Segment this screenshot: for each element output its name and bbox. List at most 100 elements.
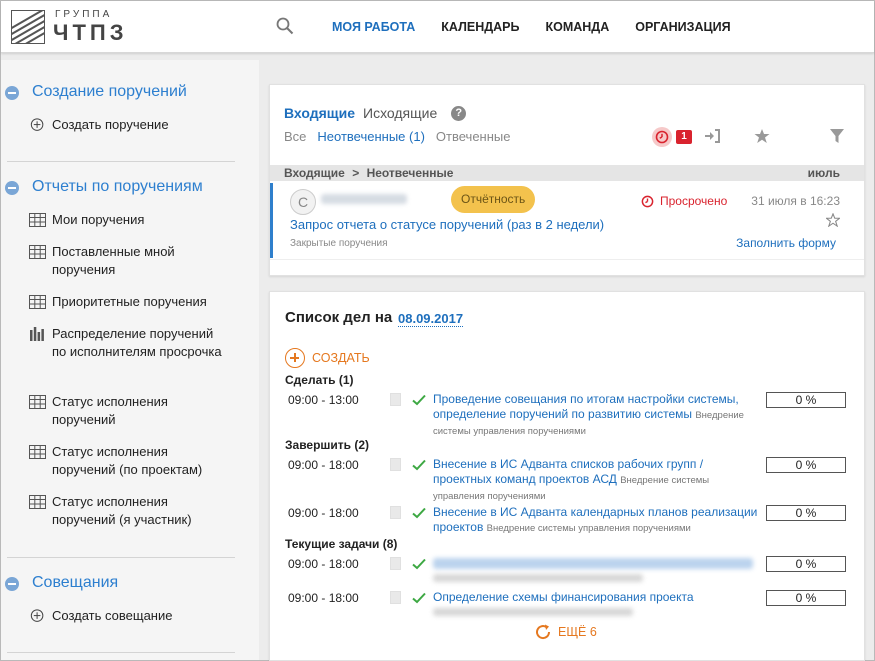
overdue-count-badge: 1 xyxy=(676,130,692,144)
task-title-link[interactable]: Внесение в ИС Адванта списков рабочих гр… xyxy=(433,457,761,504)
section-title[interactable]: Совещания xyxy=(32,574,118,592)
group-title-do: Сделать (1) xyxy=(285,373,354,387)
sidebar: Создание поручений Создать поручение Отч… xyxy=(1,60,259,660)
message-subject-link[interactable]: Запрос отчета о статусе поручений (раз в… xyxy=(290,217,604,232)
filter-answered[interactable]: Отвеченные xyxy=(436,129,511,144)
sidebar-item-label: Создать поручение xyxy=(52,117,169,132)
overdue-clock-icon[interactable] xyxy=(652,127,672,147)
top-header: ГРУППА ЧТПЗ МОЯ РАБОТА КАЛЕНДАРЬ КОМАНДА… xyxy=(1,1,874,53)
breadcrumb-separator: > xyxy=(352,166,360,180)
main-nav: МОЯ РАБОТА КАЛЕНДАРЬ КОМАНДА ОРГАНИЗАЦИЯ xyxy=(319,1,744,53)
group-title-finish: Завершить (2) xyxy=(285,438,370,452)
todo-card: Список дел на 08.09.2017 СОЗДАТЬ Сделать… xyxy=(269,291,865,661)
logo-bottom-text: ЧТПЗ xyxy=(53,20,128,45)
sign-in-icon[interactable] xyxy=(704,129,720,143)
nav-calendar[interactable]: КАЛЕНДАРЬ xyxy=(428,1,532,53)
sidebar-item-create-meeting[interactable]: Создать совещание xyxy=(29,607,249,625)
check-icon[interactable] xyxy=(412,507,426,519)
section-title[interactable]: Отчеты по поручениям xyxy=(32,178,203,196)
filter-icon[interactable] xyxy=(829,128,845,144)
status-text: Просрочено xyxy=(660,194,728,208)
message-date: 31 июля в 16:23 xyxy=(751,194,840,208)
bookmark-icon[interactable] xyxy=(390,557,401,570)
sidebar-item-create-order[interactable]: Создать поручение xyxy=(29,116,249,134)
table-icon xyxy=(29,495,46,509)
check-icon[interactable] xyxy=(412,459,426,471)
table-icon xyxy=(29,245,46,259)
sidebar-item-label: Приоритетные поручения xyxy=(52,294,207,309)
message-folder: Закрытые поручения xyxy=(290,238,388,249)
todo-date-picker[interactable]: 08.09.2017 xyxy=(398,311,464,327)
breadcrumb: Входящие > Неотвеченные июль xyxy=(270,165,864,181)
check-icon[interactable] xyxy=(412,394,426,406)
sidebar-item-my-orders[interactable]: Мои поручения xyxy=(29,211,249,229)
task-title: Определение схемы финансирования проекта xyxy=(433,590,694,604)
refresh-icon xyxy=(536,624,551,640)
inbox-filters: Все Неотвеченные (1) Отвеченные xyxy=(284,129,521,144)
search-icon[interactable] xyxy=(276,17,294,35)
breadcrumb-incoming[interactable]: Входящие xyxy=(284,166,345,180)
filter-unanswered[interactable]: Неотвеченные (1) xyxy=(317,129,425,144)
bookmark-icon[interactable] xyxy=(390,458,401,471)
task-progress-field[interactable]: 0 % xyxy=(766,590,846,606)
check-icon[interactable] xyxy=(412,558,426,570)
nav-organization[interactable]: ОРГАНИЗАЦИЯ xyxy=(622,1,743,53)
fill-form-link[interactable]: Заполнить форму xyxy=(736,236,836,250)
task-time: 09:00 - 18:00 xyxy=(288,591,359,605)
bookmark-icon[interactable] xyxy=(390,393,401,406)
task-title-blurred[interactable] xyxy=(433,556,761,582)
bookmark-icon[interactable] xyxy=(390,591,401,604)
category-badge: Отчётность xyxy=(451,186,536,213)
sidebar-item-priority[interactable]: Приоритетные поручения xyxy=(29,293,249,311)
help-icon[interactable]: ? xyxy=(451,105,467,121)
sidebar-item-status[interactable]: Статус исполнения поручений xyxy=(29,393,249,429)
task-time: 09:00 - 18:00 xyxy=(288,506,359,520)
sidebar-item-label: Распределение поручений по исполнителям … xyxy=(52,326,222,359)
task-progress-field[interactable]: 0 % xyxy=(766,505,846,521)
task-title-link[interactable]: Проведение совещания по итогам настройки… xyxy=(433,392,761,439)
sidebar-item-assigned-by-me[interactable]: Поставленные мной поручения xyxy=(29,243,249,279)
divider xyxy=(7,161,235,162)
section-title[interactable]: Создание поручений xyxy=(32,83,187,101)
task-progress-field[interactable]: 0 % xyxy=(766,392,846,408)
filter-all[interactable]: Все xyxy=(284,129,306,144)
sidebar-item-status-projects[interactable]: Статус исполнения поручений (по проектам… xyxy=(29,443,249,479)
star-icon[interactable] xyxy=(754,128,770,144)
logo-top-text: ГРУППА xyxy=(55,9,113,20)
company-logo[interactable]: ГРУППА ЧТПЗ xyxy=(11,7,131,47)
tab-incoming[interactable]: Входящие xyxy=(284,105,355,121)
collapse-icon[interactable] xyxy=(5,86,19,100)
show-more-label: ЕЩЁ 6 xyxy=(558,625,597,639)
create-task-button[interactable]: СОЗДАТЬ xyxy=(285,348,370,368)
star-outline-icon[interactable] xyxy=(826,213,840,227)
sidebar-item-status-participant[interactable]: Статус исполнения поручений (я участник) xyxy=(29,493,249,529)
blurred-text xyxy=(433,608,633,616)
breadcrumb-unanswered: Неотвеченные xyxy=(366,166,454,180)
nav-team[interactable]: КОМАНДА xyxy=(532,1,622,53)
todo-title: Список дел на xyxy=(285,309,393,326)
task-progress-field[interactable]: 0 % xyxy=(766,457,846,473)
table-icon xyxy=(29,445,46,459)
sidebar-item-label: Поставленные мной поручения xyxy=(52,244,175,277)
bar-chart-icon xyxy=(30,327,44,341)
inbox-message[interactable]: С Отчётность Просрочено 31 июля в 16:23 … xyxy=(270,183,864,258)
collapse-icon[interactable] xyxy=(5,181,19,195)
nav-my-work[interactable]: МОЯ РАБОТА xyxy=(319,1,428,53)
collapse-icon[interactable] xyxy=(5,577,19,591)
task-progress-field[interactable]: 0 % xyxy=(766,556,846,572)
sidebar-item-label: Статус исполнения поручений xyxy=(52,394,168,427)
plus-circle-icon xyxy=(285,348,305,368)
sidebar-item-label: Статус исполнения поручений (по проектам… xyxy=(52,444,203,477)
sidebar-item-label: Создать совещание xyxy=(52,608,173,623)
task-title-link[interactable]: Определение схемы финансирования проекта xyxy=(433,590,761,616)
show-more-button[interactable]: ЕЩЁ 6 xyxy=(534,623,597,641)
task-title-link[interactable]: Внесение в ИС Адванта календарных планов… xyxy=(433,505,761,536)
sidebar-item-distribution[interactable]: Распределение поручений по исполнителям … xyxy=(29,325,249,361)
bookmark-icon[interactable] xyxy=(390,506,401,519)
blurred-text xyxy=(433,574,643,582)
breadcrumb-path: Входящие > Неотвеченные xyxy=(284,166,453,180)
tab-outgoing[interactable]: Исходящие xyxy=(363,105,437,121)
check-icon[interactable] xyxy=(412,592,426,604)
sidebar-item-label: Статус исполнения поручений (я участник) xyxy=(52,494,192,527)
table-icon xyxy=(29,395,46,409)
